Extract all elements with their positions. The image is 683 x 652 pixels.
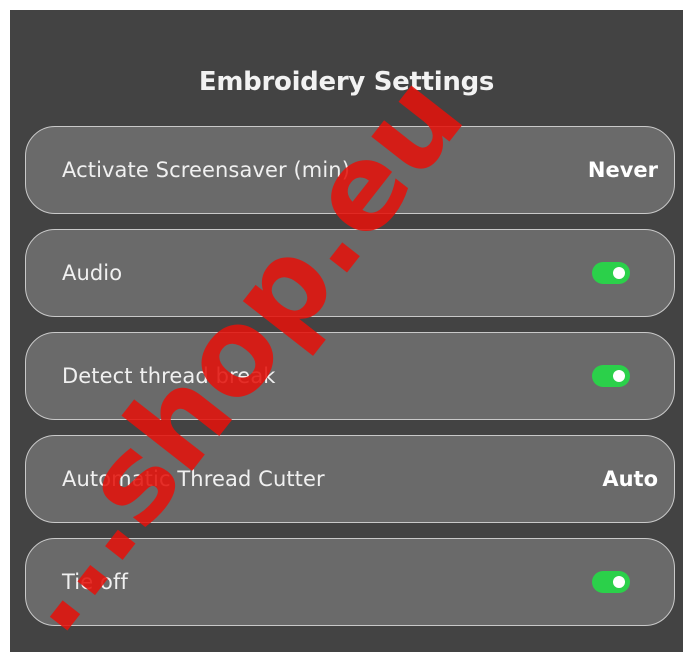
setting-row-screensaver[interactable]: Activate Screensaver (min) Never bbox=[25, 126, 675, 214]
setting-row-tie-off[interactable]: Tie off bbox=[25, 538, 675, 626]
page-title: Embroidery Settings bbox=[198, 67, 495, 97]
toggle-knob bbox=[613, 267, 625, 279]
toggle-knob bbox=[613, 576, 625, 588]
setting-label: Activate Screensaver (min) bbox=[62, 158, 350, 182]
setting-row-thread-break[interactable]: Detect thread break bbox=[25, 332, 675, 420]
setting-label: Detect thread break bbox=[62, 364, 276, 388]
setting-value: Never bbox=[587, 158, 658, 182]
settings-panel: Embroidery Settings Activate Screensaver… bbox=[10, 10, 683, 652]
page: Embroidery Settings Activate Screensaver… bbox=[0, 0, 683, 652]
audio-toggle[interactable] bbox=[592, 262, 630, 284]
setting-label: Automatic Thread Cutter bbox=[62, 467, 325, 491]
toggle-knob bbox=[613, 370, 625, 382]
setting-row-thread-cutter[interactable]: Automatic Thread Cutter Auto bbox=[25, 435, 675, 523]
thread-break-toggle[interactable] bbox=[592, 365, 630, 387]
setting-row-audio[interactable]: Audio bbox=[25, 229, 675, 317]
setting-value: Auto bbox=[602, 467, 658, 491]
tie-off-toggle[interactable] bbox=[592, 571, 630, 593]
setting-label: Audio bbox=[62, 261, 123, 285]
setting-label: Tie off bbox=[62, 570, 128, 594]
